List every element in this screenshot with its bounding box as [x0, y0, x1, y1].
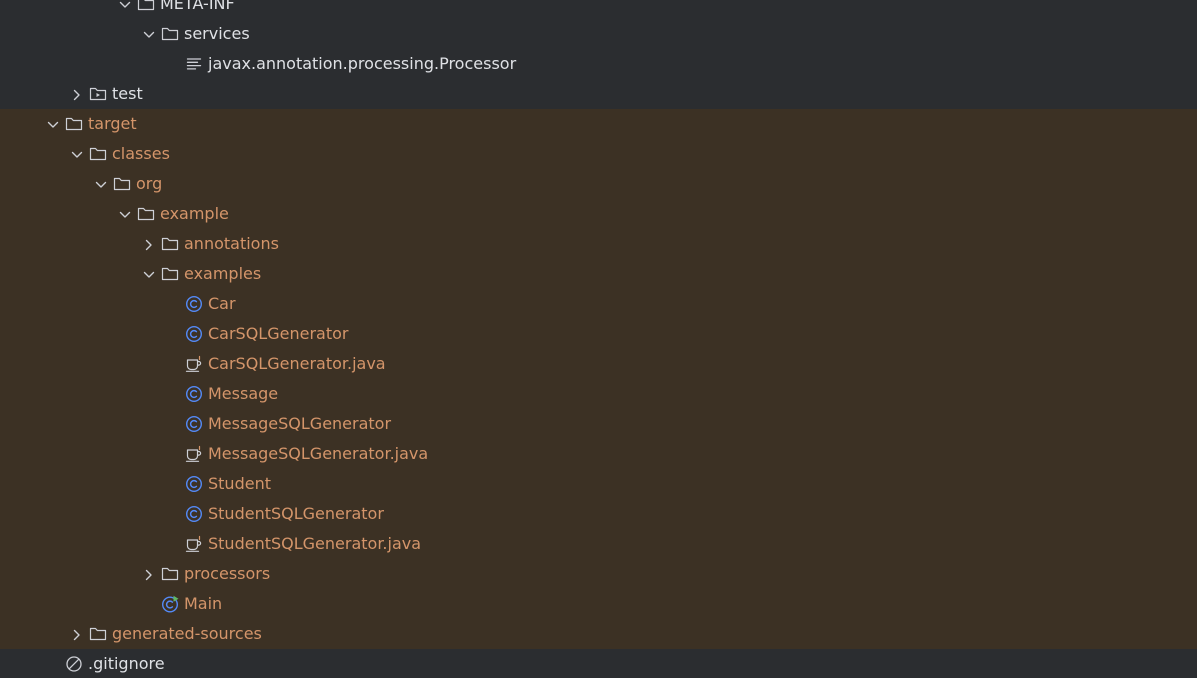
tree-node-processors[interactable]: processors [0, 559, 1197, 589]
test-folder-icon [89, 85, 107, 103]
tree-node-label: StudentSQLGenerator [208, 504, 384, 523]
tree-node-label: example [160, 204, 229, 223]
tree-node-studentsqlgenerator[interactable]: StudentSQLGenerator [0, 499, 1197, 529]
tree-node-student[interactable]: Student [0, 469, 1197, 499]
folder-icon [113, 175, 131, 193]
tree-node-carsqlgenerator-java[interactable]: CarSQLGenerator.java [0, 349, 1197, 379]
tree-node-label: services [184, 24, 250, 43]
tree-node-label: Main [184, 594, 223, 613]
chevron-down-icon[interactable] [70, 147, 84, 161]
tree-node-label: examples [184, 264, 262, 283]
tree-node-label: target [88, 114, 137, 133]
tree-node-main[interactable]: Main [0, 589, 1197, 619]
tree-node-test[interactable]: test [0, 79, 1197, 109]
java-file-icon [185, 445, 203, 463]
tree-node-label: javax.annotation.processing.Processor [208, 54, 517, 73]
ignored-file-icon [65, 655, 83, 673]
class-icon [185, 325, 203, 343]
tree-node-label: CarSQLGenerator.java [208, 354, 386, 373]
java-file-icon [185, 355, 203, 373]
folder-icon [65, 115, 83, 133]
chevron-down-icon[interactable] [118, 0, 132, 11]
folder-icon [161, 565, 179, 583]
tree-node-gitignore[interactable]: .gitignore [0, 649, 1197, 678]
tree-node-services[interactable]: services [0, 19, 1197, 49]
folder-icon [89, 145, 107, 163]
text-file-icon [185, 55, 203, 73]
tree-node-org[interactable]: org [0, 169, 1197, 199]
tree-node-label: Message [208, 384, 279, 403]
chevron-down-icon[interactable] [142, 27, 156, 41]
tree-node-carsqlgenerator[interactable]: CarSQLGenerator [0, 319, 1197, 349]
chevron-down-icon[interactable] [94, 177, 108, 191]
tree-node-car[interactable]: Car [0, 289, 1197, 319]
tree-node-label: META-INF [160, 0, 235, 13]
tree-node-label: Car [208, 294, 236, 313]
tree-node-label: annotations [184, 234, 279, 253]
tree-node-example[interactable]: example [0, 199, 1197, 229]
folder-icon [137, 205, 155, 223]
tree-node-label: StudentSQLGenerator.java [208, 534, 422, 553]
chevron-right-icon[interactable] [142, 237, 156, 251]
chevron-right-icon[interactable] [70, 87, 84, 101]
tree-node-meta-inf[interactable]: META-INF [0, 0, 1197, 19]
class-icon [185, 505, 203, 523]
tree-node-target[interactable]: target [0, 109, 1197, 139]
class-icon [185, 415, 203, 433]
tree-node-classes[interactable]: classes [0, 139, 1197, 169]
tree-node-messagesqlgenerator-java[interactable]: MessageSQLGenerator.java [0, 439, 1197, 469]
chevron-down-icon[interactable] [46, 117, 60, 131]
folder-icon [161, 25, 179, 43]
tree-node-label: CarSQLGenerator [208, 324, 349, 343]
tree-node-label: MessageSQLGenerator.java [208, 444, 429, 463]
tree-node-label: generated-sources [112, 624, 262, 643]
tree-node-studentsqlgenerator-java[interactable]: StudentSQLGenerator.java [0, 529, 1197, 559]
tree-node-label: classes [112, 144, 170, 163]
tree-node-label: test [112, 84, 143, 103]
class-icon [185, 295, 203, 313]
folder-icon [161, 265, 179, 283]
chevron-down-icon[interactable] [118, 207, 132, 221]
chevron-right-icon[interactable] [142, 567, 156, 581]
tree-node-messagesqlgenerator[interactable]: MessageSQLGenerator [0, 409, 1197, 439]
tree-node-javax-annotation-processing-processor[interactable]: javax.annotation.processing.Processor [0, 49, 1197, 79]
tree-node-examples[interactable]: examples [0, 259, 1197, 289]
chevron-right-icon[interactable] [70, 627, 84, 641]
folder-icon [89, 625, 107, 643]
runnable-class-icon [161, 595, 179, 613]
class-icon [185, 475, 203, 493]
tree-node-message[interactable]: Message [0, 379, 1197, 409]
class-icon [185, 385, 203, 403]
tree-node-generated-sources[interactable]: generated-sources [0, 619, 1197, 649]
project-tree: META-INF services javax.annotation.process… [0, 0, 1197, 678]
tree-node-label: processors [184, 564, 271, 583]
tree-node-label: Student [208, 474, 271, 493]
tree-node-label: .gitignore [88, 654, 165, 673]
folder-icon [137, 0, 155, 13]
chevron-down-icon[interactable] [142, 267, 156, 281]
folder-icon [161, 235, 179, 253]
tree-node-label: MessageSQLGenerator [208, 414, 392, 433]
java-file-icon [185, 535, 203, 553]
tree-node-annotations[interactable]: annotations [0, 229, 1197, 259]
tree-node-label: org [136, 174, 163, 193]
